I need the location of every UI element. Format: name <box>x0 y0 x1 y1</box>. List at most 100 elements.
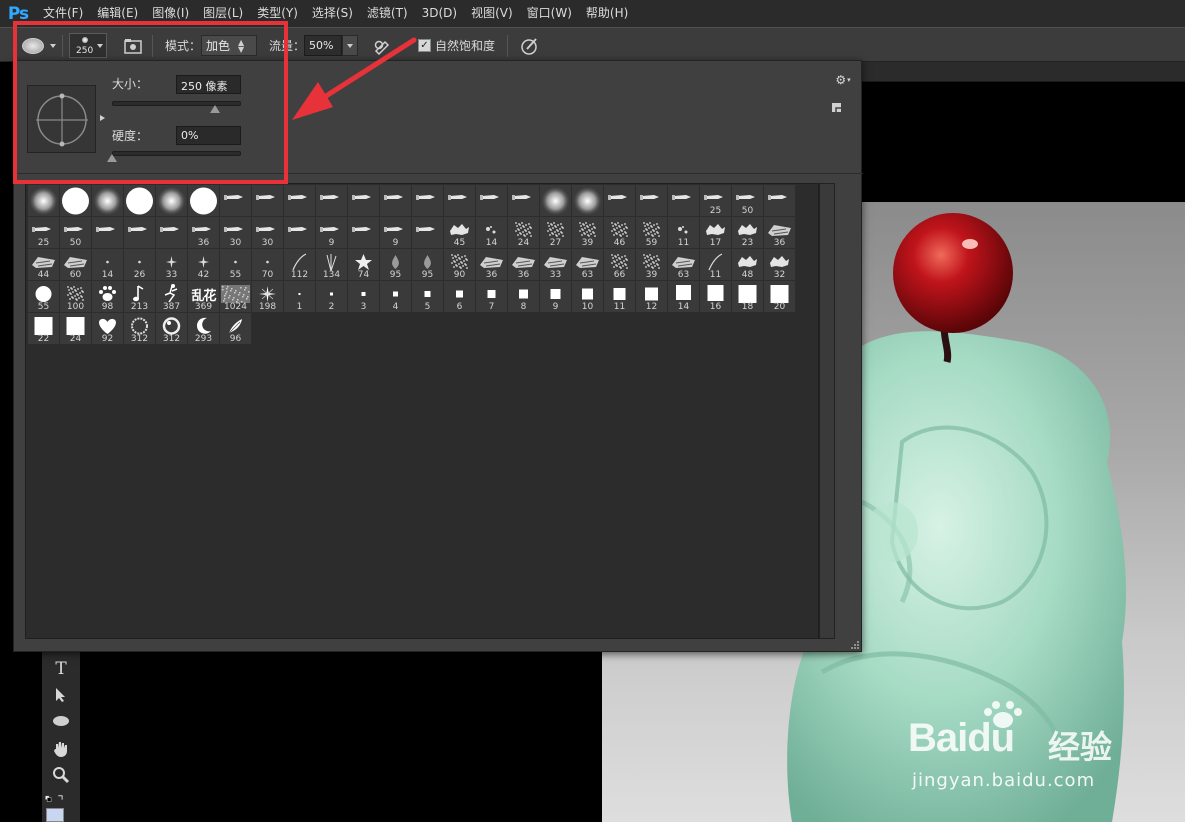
brush-preset-item[interactable]: 11 <box>700 249 732 281</box>
brush-preset-item[interactable]: 36 <box>508 249 540 281</box>
brush-preset-item[interactable]: 20 <box>764 281 796 313</box>
brush-preset-item[interactable]: 96 <box>220 313 252 345</box>
brush-preset-item[interactable]: 32 <box>764 249 796 281</box>
brush-preset-item[interactable] <box>412 217 444 249</box>
brush-preset-item[interactable]: 63 <box>668 249 700 281</box>
brush-preset-item[interactable]: 23 <box>732 217 764 249</box>
brush-preset-item[interactable]: 45 <box>444 217 476 249</box>
brush-preset-item[interactable]: 36 <box>764 217 796 249</box>
brush-preset-item[interactable]: 14 <box>476 217 508 249</box>
brush-preset-item[interactable]: 9 <box>316 217 348 249</box>
flow-dropdown-button[interactable] <box>342 35 358 56</box>
brush-preset-item[interactable] <box>316 185 348 217</box>
brush-preset-item[interactable]: 59 <box>636 217 668 249</box>
brush-preset-item[interactable]: 50 <box>60 217 92 249</box>
brush-preset-item[interactable]: 8 <box>508 281 540 313</box>
brush-preset-item[interactable]: 6 <box>444 281 476 313</box>
brush-preset-item[interactable]: 22 <box>28 313 60 345</box>
brush-preset-item[interactable]: 92 <box>92 313 124 345</box>
brush-preset-item[interactable]: 42 <box>188 249 220 281</box>
resize-grip-icon[interactable] <box>851 641 859 649</box>
default-colors-button[interactable] <box>44 788 66 810</box>
menu-item[interactable]: 选择(S) <box>305 0 360 27</box>
brush-preset-item[interactable] <box>284 185 316 217</box>
brush-preset-item[interactable] <box>604 185 636 217</box>
brush-preset-item[interactable] <box>412 185 444 217</box>
brush-preset-item[interactable]: 95 <box>412 249 444 281</box>
brush-preset-item[interactable] <box>92 217 124 249</box>
brush-preset-item[interactable] <box>124 185 156 217</box>
menu-item[interactable]: 3D(D) <box>415 0 464 27</box>
vibrance-checkbox[interactable]: ✓ <box>418 39 431 52</box>
brush-preset-item[interactable]: 12 <box>636 281 668 313</box>
brush-preset-item[interactable]: 112 <box>284 249 316 281</box>
brush-preset-item[interactable]: 9 <box>540 281 572 313</box>
brush-preset-item[interactable] <box>348 217 380 249</box>
brush-preset-item[interactable]: 25 <box>700 185 732 217</box>
picker-settings-button[interactable]: ⚙ ▾ <box>834 71 852 89</box>
brush-preset-item[interactable]: 63 <box>572 249 604 281</box>
brush-preset-item[interactable]: 7 <box>476 281 508 313</box>
ellipse-tool[interactable] <box>50 710 72 732</box>
brush-preset-item[interactable]: 乱花 369 <box>188 281 220 313</box>
zoom-tool[interactable] <box>50 764 72 786</box>
brush-preset-item[interactable] <box>348 185 380 217</box>
brush-preset-item[interactable]: 90 <box>444 249 476 281</box>
brush-preset-item[interactable]: 39 <box>572 217 604 249</box>
brush-preset-item[interactable]: 134 <box>316 249 348 281</box>
brush-preset-item[interactable]: 55 <box>220 249 252 281</box>
brush-preset-item[interactable]: 387 <box>156 281 188 313</box>
brush-preset-item[interactable]: 33 <box>540 249 572 281</box>
brush-preset-item[interactable] <box>444 185 476 217</box>
brush-preset-item[interactable]: 11 <box>604 281 636 313</box>
brush-list-scrollbar[interactable] <box>819 183 835 639</box>
brush-preset-item[interactable] <box>124 217 156 249</box>
hand-tool[interactable] <box>50 738 72 760</box>
brush-preset-item[interactable]: 5 <box>412 281 444 313</box>
brush-preset-item[interactable]: 1 <box>284 281 316 313</box>
brush-preset-item[interactable]: 14 <box>668 281 700 313</box>
brush-preset-item[interactable] <box>92 185 124 217</box>
brush-preset-item[interactable]: 60 <box>60 249 92 281</box>
brush-preset-item[interactable]: 198 <box>252 281 284 313</box>
flow-input[interactable]: 50% <box>304 35 342 56</box>
brush-preset-item[interactable] <box>60 185 92 217</box>
brush-preset-item[interactable]: 74 <box>348 249 380 281</box>
brush-preset-item[interactable] <box>380 185 412 217</box>
brush-preset-item[interactable]: 3 <box>348 281 380 313</box>
menu-item[interactable]: 窗口(W) <box>520 0 579 27</box>
brush-preset-item[interactable]: 27 <box>540 217 572 249</box>
brush-preset-item[interactable] <box>476 185 508 217</box>
brush-preset-item[interactable]: 25 <box>28 217 60 249</box>
brush-preset-item[interactable]: 50 <box>732 185 764 217</box>
brush-preset-item[interactable] <box>764 185 796 217</box>
brush-preset-item[interactable]: 16 <box>700 281 732 313</box>
brush-preset-item[interactable]: 293 <box>188 313 220 345</box>
menu-item[interactable]: 帮助(H) <box>579 0 635 27</box>
brush-preset-item[interactable] <box>508 185 540 217</box>
brush-preset-item[interactable]: 4 <box>380 281 412 313</box>
brush-preset-item[interactable]: 14 <box>92 249 124 281</box>
brush-preset-item[interactable]: 98 <box>92 281 124 313</box>
brush-preset-item[interactable]: 10 <box>572 281 604 313</box>
type-tool[interactable]: T <box>50 658 72 680</box>
brush-preset-item[interactable]: 1024 <box>220 281 252 313</box>
brush-preset-item[interactable]: 24 <box>60 313 92 345</box>
brush-preset-item[interactable]: 48 <box>732 249 764 281</box>
menu-item[interactable]: 滤镜(T) <box>360 0 415 27</box>
foreground-color-swatch[interactable] <box>46 808 64 822</box>
brush-preset-item[interactable] <box>252 185 284 217</box>
brush-preset-item[interactable]: 30 <box>220 217 252 249</box>
brush-preset-item[interactable]: 36 <box>188 217 220 249</box>
brush-preset-item[interactable] <box>284 217 316 249</box>
brush-preset-item[interactable]: 18 <box>732 281 764 313</box>
brush-preset-item[interactable] <box>220 185 252 217</box>
brush-preset-item[interactable]: 2 <box>316 281 348 313</box>
airbrush-button[interactable] <box>372 35 394 57</box>
brush-preset-item[interactable]: 95 <box>380 249 412 281</box>
brush-preset-item[interactable]: 55 <box>28 281 60 313</box>
brush-preset-item[interactable]: 11 <box>668 217 700 249</box>
brush-preset-item[interactable]: 70 <box>252 249 284 281</box>
new-preset-button[interactable] <box>830 101 844 115</box>
brush-preset-item[interactable]: 26 <box>124 249 156 281</box>
